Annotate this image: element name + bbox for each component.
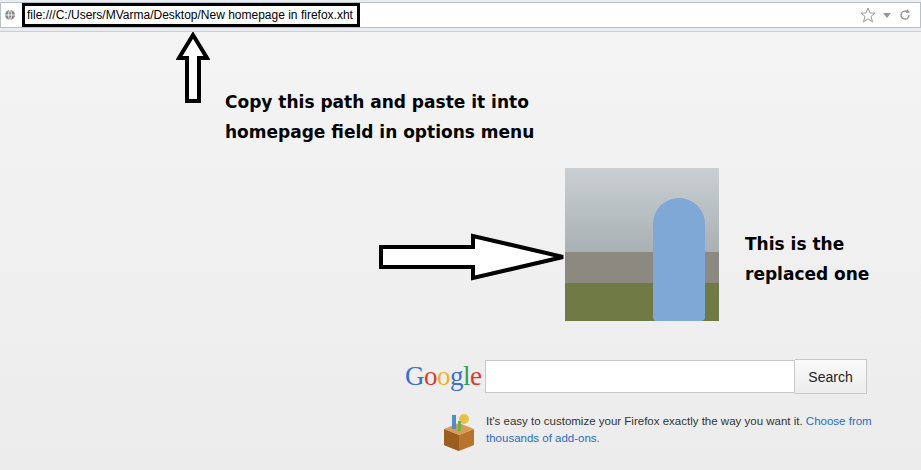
address-bar[interactable]: file:///C:/Users/MVarma/Desktop/New home… [0,2,921,28]
search-input[interactable] [485,360,795,393]
up-arrow-icon [176,32,210,104]
navigation-toolbar: file:///C:/Users/MVarma/Desktop/New home… [0,0,921,32]
reload-icon[interactable] [898,8,912,22]
globe-icon [4,9,16,21]
google-logo: Google [405,361,485,392]
right-arrow-icon [378,232,568,282]
search-button[interactable]: Search [795,359,867,394]
search-area: Google Search [405,359,921,394]
addons-promo: It's easy to customize your Firefox exac… [440,411,921,451]
url-text[interactable]: file:///C:/Users/MVarma/Desktop/New home… [22,3,360,27]
addons-box-icon [440,411,478,451]
annotation-text: Copy this path and paste it into homepag… [225,87,545,147]
dropdown-icon[interactable] [882,10,892,20]
profile-photo [565,168,719,321]
annotation-text: This is the replaced one [745,229,895,289]
bookmark-star-icon[interactable] [860,7,876,23]
browser-window: file:///C:/Users/MVarma/Desktop/New home… [0,0,921,470]
promo-text: It's easy to customize your Firefox exac… [486,415,803,427]
page-content: Google Search It's easy to customize you… [0,32,921,470]
